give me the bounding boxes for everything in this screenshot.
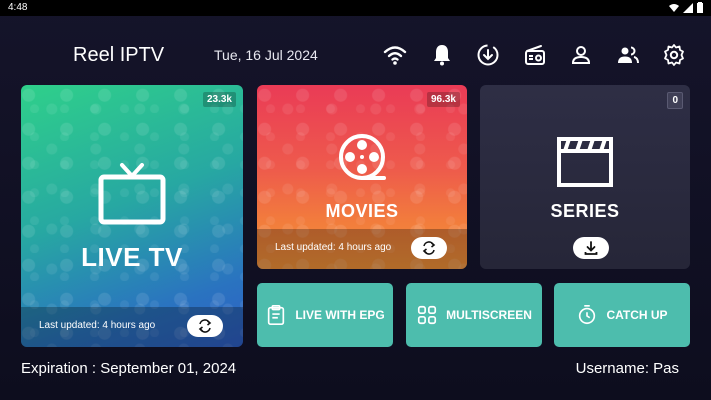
movies-refresh-button[interactable] (411, 237, 447, 259)
app-title: Reel IPTV (73, 44, 165, 66)
live-tv-refresh-button[interactable] (187, 315, 223, 337)
series-label: SERIES (550, 201, 620, 221)
catch-up-button[interactable]: CATCH UP (554, 283, 690, 347)
battery-icon (697, 2, 703, 13)
tv-icon (21, 163, 243, 225)
series-count-badge: 0 (667, 92, 683, 109)
live-with-epg-label: LIVE WITH EPG (295, 308, 385, 322)
movies-count-badge: 96.3k (426, 92, 460, 107)
radio-icon[interactable] (520, 41, 550, 69)
movies-label: MOVIES (325, 201, 399, 221)
catch-up-label: CATCH UP (606, 308, 668, 322)
series-card[interactable]: 0 SERIES (480, 85, 690, 269)
wifi-signal-icon (669, 3, 679, 12)
live-tv-card[interactable]: 23.3k LIVE TV Last updated: 4 hours ago (21, 85, 243, 347)
series-footer (480, 229, 690, 269)
multiscreen-button[interactable]: MULTISCREEN (406, 283, 542, 347)
expiration-text: Expiration : September 01, 2024 (21, 360, 237, 377)
header-date: Tue, 16 Jul 2024 (214, 47, 318, 63)
wifi-icon[interactable] (380, 41, 410, 69)
cell-signal-icon (683, 2, 693, 13)
movies-updated-text: Last updated: 4 hours ago (275, 242, 392, 253)
live-tv-footer: Last updated: 4 hours ago (21, 307, 243, 347)
header-toolbar (380, 41, 706, 69)
clipboard-icon (268, 305, 285, 325)
status-bar: 4:48 (0, 0, 711, 16)
live-tv-count-badge: 23.3k (202, 92, 236, 107)
live-tv-updated-text: Last updated: 4 hours ago (39, 320, 156, 331)
download-icon (584, 241, 598, 255)
bell-icon[interactable] (427, 41, 457, 69)
film-reel-icon (257, 133, 467, 185)
username-text: Username: Pas (575, 360, 679, 377)
live-with-epg-button[interactable]: LIVE WITH EPG (257, 283, 393, 347)
grid-icon (418, 305, 437, 325)
download-icon[interactable] (473, 41, 503, 69)
users-icon[interactable] (613, 41, 643, 69)
movies-footer: Last updated: 4 hours ago (257, 229, 467, 269)
user-icon[interactable] (566, 41, 596, 69)
refresh-icon (422, 241, 436, 255)
refresh-icon (198, 319, 212, 333)
multiscreen-label: MULTISCREEN (446, 308, 532, 322)
movies-card[interactable]: 96.3k MOVIES Last updated: 4 hours ago (257, 85, 467, 269)
series-download-button[interactable] (573, 237, 609, 259)
system-icons (669, 2, 703, 13)
timer-icon (579, 305, 596, 325)
status-time: 4:48 (8, 2, 28, 13)
live-tv-label: LIVE TV (81, 242, 183, 272)
clapperboard-icon (480, 137, 690, 187)
gear-icon[interactable] (659, 41, 689, 69)
